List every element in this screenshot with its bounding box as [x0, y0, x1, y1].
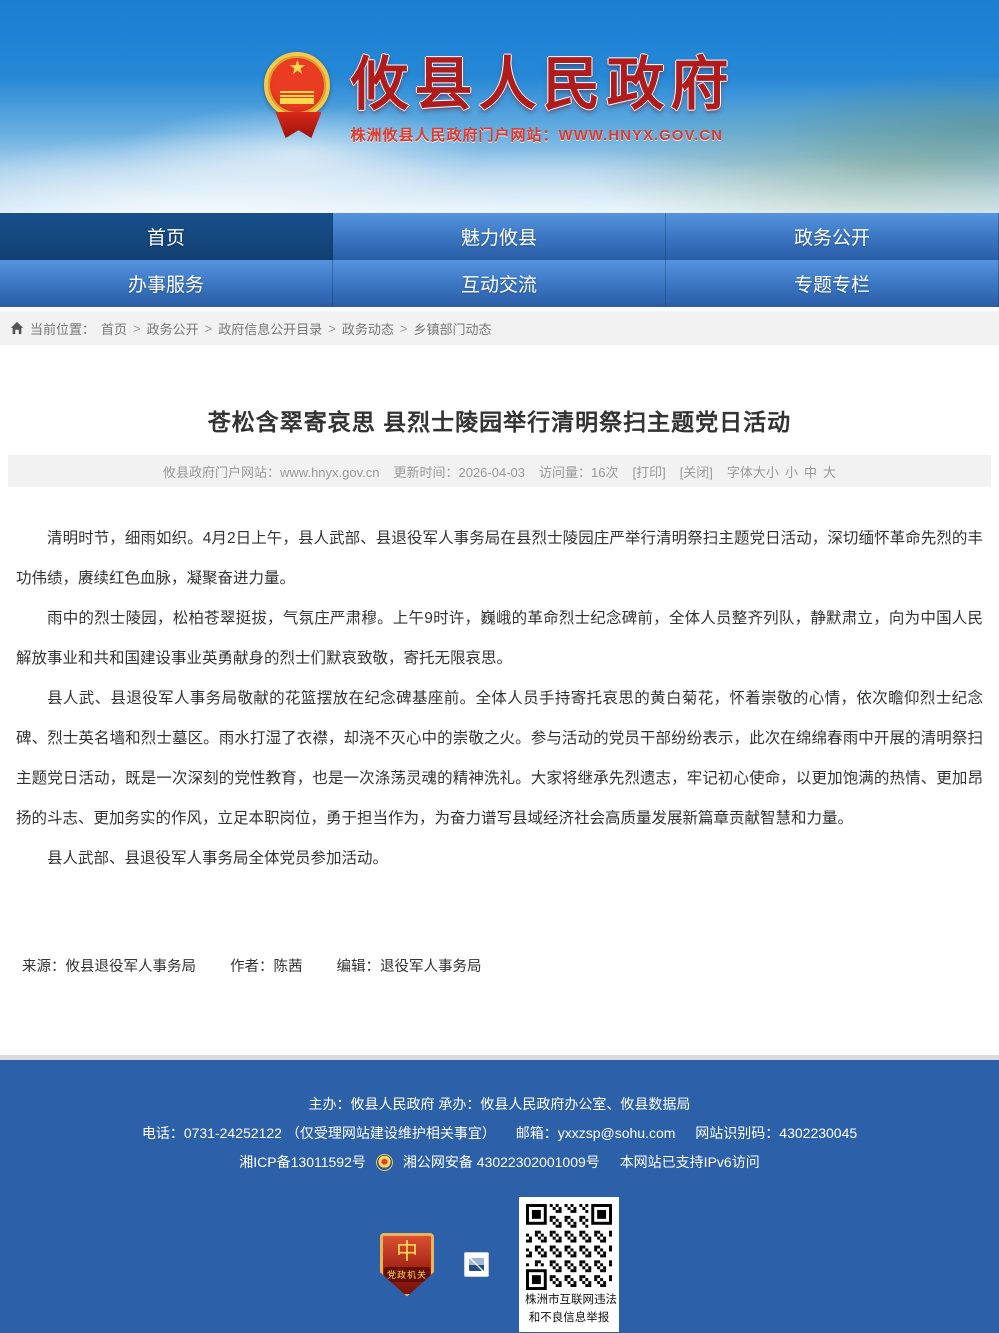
page-footer: 主办：攸县人民政府 承办：攸县人民政府办公室、攸县数据局 电话：0731-242… — [0, 1060, 999, 1333]
article-source-line: 来源：攸县退役军人事务局 作者：陈茜 编辑：退役军人事务局 — [0, 955, 999, 976]
breadcrumb-separator: > — [328, 320, 336, 336]
print-button[interactable]: [打印] — [632, 462, 665, 481]
article-container: 苍松含翠寄哀思 县烈士陵园举行清明祭扫主题党日活动 攸县政府门户网站：www.h… — [0, 345, 999, 1055]
site-banner: ★ 攸县人民政府 株洲攸县人民政府门户网站：WWW.HNYX.GOV.CN — [0, 0, 999, 213]
breadcrumb-item-home[interactable]: 首页 — [101, 319, 127, 338]
article-meta-bar: 攸县政府门户网站：www.hnyx.gov.cn 更新时间：2026-04-03… — [8, 455, 991, 487]
breadcrumb-item-info-catalog[interactable]: 政府信息公开目录 — [218, 319, 322, 338]
broken-image-icon[interactable] — [464, 1252, 489, 1277]
breadcrumb: 当前位置： 首页 > 政务公开 > 政府信息公开目录 > 政务动态 > 乡镇部门… — [0, 311, 999, 345]
qr-code-icon — [526, 1204, 612, 1290]
footer-organizer-line: 主办：攸县人民政府 承办：攸县人民政府办公室、攸县数据局 — [308, 1096, 691, 1112]
gov-agency-badge-icon[interactable]: 中 党政机关 — [380, 1232, 434, 1297]
article-paragraph: 县人武、县退役军人事务局敬献的花篮摆放在纪念碑基座前。全体人员手持寄托哀思的黄白… — [16, 690, 983, 827]
badge-emblem-icon: 中 — [395, 1238, 418, 1264]
font-small-button[interactable]: 小 — [785, 462, 798, 481]
breadcrumb-prefix: 当前位置： — [30, 321, 96, 337]
footer-site-id: 网站识别码：4302230045 — [695, 1125, 858, 1141]
qr-caption-line2: 和不良信息举报 — [528, 1312, 610, 1324]
footer-email: 邮箱：yxxzsp@sohu.com — [515, 1125, 676, 1141]
breadcrumb-separator: > — [399, 320, 408, 336]
footer-icp-line: 湘ICP备13011592号 湘公网安备 43022302001009号 本网站已… — [0, 1148, 999, 1177]
breadcrumb-separator: > — [133, 320, 141, 336]
article-paragraph: 雨中的烈士陵园，松柏苍翠挺拔，气氛庄严肃穆。上午9时许，巍峨的革命烈士纪念碑前，… — [16, 610, 983, 667]
meta-site: 攸县政府门户网站：www.hnyx.gov.cn — [163, 464, 380, 480]
public-security-link[interactable]: 湘公网安备 43022302001009号 — [403, 1154, 600, 1170]
nav-item-gov-open[interactable]: 政务公开 — [666, 213, 999, 260]
article-paragraph: 清明时节，细雨如织。4月2日上午，县人武部、县退役军人事务局在县烈士陵园庄严举行… — [16, 530, 983, 587]
editor-label: 编辑：退役军人事务局 — [336, 959, 482, 975]
meta-updated: 更新时间：2026-04-03 — [393, 464, 525, 480]
site-title: 攸县人民政府 — [350, 50, 735, 118]
breadcrumb-separator: > — [204, 320, 213, 336]
footer-contact-line: 电话：0731-24252122 （仅受理网站建设维护相关事宜） 邮箱：yxxz… — [0, 1119, 999, 1148]
site-subtitle: 株洲攸县人民政府门户网站：WWW.HNYX.GOV.CN — [350, 127, 723, 144]
font-medium-button[interactable]: 中 — [804, 462, 817, 481]
article-body: 清明时节，细雨如织。4月2日上午，县人武部、县退役军人事务局在县烈士陵园庄严举行… — [0, 487, 999, 879]
emblem-star-icon: ★ — [288, 57, 307, 79]
breadcrumb-item-township-news[interactable]: 乡镇部门动态 — [413, 319, 491, 338]
meta-visits: 访问量：16次 — [538, 464, 619, 480]
author-label: 作者：陈茜 — [230, 959, 303, 975]
emblem-gate-icon — [280, 91, 315, 104]
nav-item-special[interactable]: 专题专栏 — [666, 260, 999, 307]
nav-item-services[interactable]: 办事服务 — [0, 260, 333, 307]
badge-label: 党政机关 — [383, 1266, 430, 1282]
national-emblem-icon: ★ — [264, 52, 332, 152]
breadcrumb-item-gov-open[interactable]: 政务公开 — [147, 319, 199, 338]
home-icon — [10, 321, 24, 335]
icp-license-link[interactable]: 湘ICP备13011592号 — [239, 1154, 366, 1170]
font-size-label: 字体大小 — [726, 464, 779, 480]
emblem-ribbon-icon — [275, 112, 322, 138]
main-nav: 首页 魅力攸县 政务公开 办事服务 互动交流 专题专栏 — [0, 213, 999, 307]
ipv6-label: 本网站已支持IPv6访问 — [619, 1154, 760, 1170]
footer-phone: 电话：0731-24252122 （仅受理网站建设维护相关事宜） — [141, 1125, 496, 1141]
nav-item-charm[interactable]: 魅力攸县 — [333, 213, 666, 260]
nav-item-home[interactable]: 首页 — [0, 213, 333, 260]
close-button[interactable]: [关闭] — [680, 462, 713, 481]
qr-caption-line1: 株洲市互联网违法 — [525, 1294, 617, 1306]
font-large-button[interactable]: 大 — [823, 462, 836, 481]
police-badge-icon — [376, 1155, 392, 1170]
breadcrumb-item-gov-news[interactable]: 政务动态 — [342, 319, 394, 338]
nav-item-interaction[interactable]: 互动交流 — [333, 260, 666, 307]
article-paragraph: 县人武部、县退役军人事务局全体党员参加活动。 — [47, 850, 389, 867]
report-qr-block[interactable]: 株洲市互联网违法 和不良信息举报 — [519, 1197, 619, 1332]
footer-icons-row: 中 党政机关 株洲市互联网违法 和不良信息举报 — [0, 1197, 999, 1332]
article-title: 苍松含翠寄哀思 县烈士陵园举行清明祭扫主题党日活动 — [207, 409, 792, 435]
source-label: 来源：攸县退役军人事务局 — [22, 959, 196, 975]
